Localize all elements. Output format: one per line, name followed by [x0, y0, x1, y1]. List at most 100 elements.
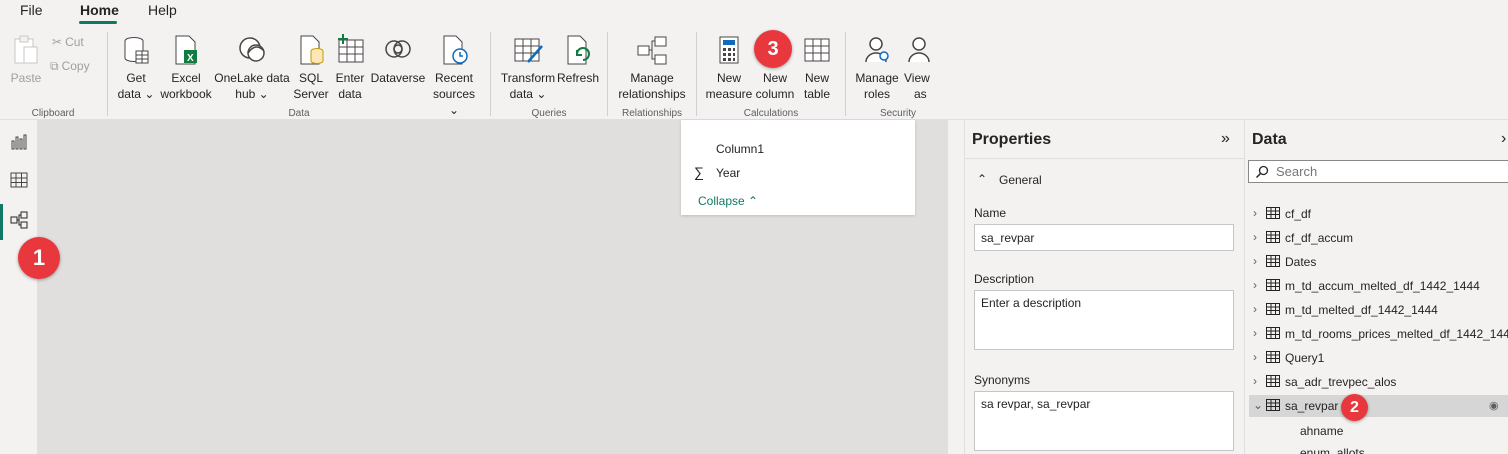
transform-label-1: Transform [500, 71, 556, 85]
new-measure-label-2: measure [705, 87, 753, 101]
table-row[interactable]: › Dates [1249, 251, 1508, 273]
table-row[interactable]: ⌄ sa_revpar ◉ [1249, 395, 1508, 417]
excel-label-1: Excel [171, 71, 201, 85]
chevron-right-icon[interactable]: › [1253, 206, 1263, 220]
search-box[interactable] [1248, 160, 1508, 183]
table-row[interactable]: › Query1 [1249, 347, 1508, 369]
name-label: Name [974, 206, 1007, 220]
table-name: m_td_accum_melted_df_1442_1444 [1285, 279, 1480, 293]
expand-pane-icon[interactable]: » [1221, 130, 1230, 148]
model-view-icon[interactable] [9, 210, 29, 230]
dataverse-button[interactable]: Dataverse [370, 34, 426, 86]
onelake-icon [239, 37, 265, 62]
name-field[interactable] [974, 224, 1234, 251]
excel-label-2: workbook [160, 87, 212, 101]
chevron-right-icon[interactable]: › [1253, 302, 1263, 316]
excel-workbook-button[interactable]: X Excel workbook [158, 34, 214, 102]
search-input[interactable] [1276, 164, 1506, 179]
sql-label-2: Server [293, 87, 329, 101]
table-row[interactable]: › cf_df [1249, 203, 1508, 225]
group-label-relationships: Relationships [621, 108, 683, 119]
table-row[interactable]: › m_td_rooms_prices_melted_df_1442_1444 [1249, 323, 1508, 345]
chevron-down-icon[interactable]: ⌄ [1253, 398, 1263, 412]
menu-home[interactable]: Home [80, 2, 119, 18]
view-as-label-1: View [904, 71, 930, 85]
description-field[interactable]: Enter a description [974, 290, 1234, 350]
menu-help[interactable]: Help [148, 2, 177, 18]
cut-button[interactable]: ✂ Cut [52, 35, 84, 49]
sql-server-icon [300, 35, 324, 65]
recent-sources-button[interactable]: Recent sources ⌄ [428, 34, 480, 118]
ribbon: Paste ✂ Cut ⧉ Copy Clipboard Get data ⌄ X … [0, 26, 1508, 120]
copy-button[interactable]: ⧉ Copy [50, 59, 90, 74]
table-icon [1266, 327, 1280, 339]
chevron-up-icon[interactable]: ⌃ [977, 172, 987, 186]
callout-badge-2: 2 [1341, 394, 1368, 421]
new-table-button[interactable]: New table [798, 34, 836, 102]
onelake-data-hub-button[interactable]: OneLake data hub ⌄ [214, 34, 290, 102]
manage-relationships-button[interactable]: Manage relationships [614, 34, 690, 102]
calculator-icon [719, 36, 739, 64]
field-ahname[interactable]: ahname [1300, 424, 1343, 438]
card-field-year[interactable]: Year [716, 166, 740, 180]
group-label-calculations: Calculations [743, 108, 799, 119]
paste-label: Paste [10, 71, 42, 85]
ribbon-separator [107, 32, 108, 116]
callout-badge-3: 3 [754, 30, 792, 68]
report-view-icon[interactable] [9, 132, 29, 152]
recent-sources-icon [443, 35, 468, 65]
table-name: Dates [1285, 255, 1317, 269]
view-as-button[interactable]: View as [904, 34, 940, 102]
table-icon [1266, 231, 1280, 243]
svg-text:X: X [187, 53, 194, 64]
table-name: m_td_melted_df_1442_1444 [1285, 303, 1438, 317]
paste-button[interactable]: Paste [10, 34, 42, 86]
copy-icon: ⧉ [50, 59, 59, 73]
canvas-scrollbar[interactable] [948, 120, 964, 454]
refresh-button[interactable]: Refresh [557, 34, 599, 86]
table-row[interactable]: › m_td_melted_df_1442_1444 [1249, 299, 1508, 321]
manage-roles-label-1: Manage [855, 71, 899, 85]
database-icon [124, 37, 149, 64]
menu-file[interactable]: File [20, 2, 43, 18]
table-view-icon[interactable] [9, 170, 29, 190]
chevron-right-icon[interactable]: › [1253, 278, 1263, 292]
transform-data-button[interactable]: Transform data ⌄ [499, 34, 557, 102]
section-general[interactable]: General [999, 173, 1042, 187]
active-tab-indicator [79, 21, 117, 24]
manage-roles-button[interactable]: Manage roles [854, 34, 900, 102]
enter-data-button[interactable]: Enter data [332, 34, 368, 102]
chevron-right-icon[interactable]: › [1253, 350, 1263, 364]
new-measure-button[interactable]: New measure [704, 34, 754, 102]
table-row[interactable]: › sa_adr_trevpec_alos [1249, 371, 1508, 393]
collapse-pane-icon[interactable]: › [1501, 130, 1506, 148]
table-name: sa_adr_trevpec_alos [1285, 375, 1397, 389]
table-name: Query1 [1285, 351, 1325, 365]
chevron-right-icon[interactable]: › [1253, 326, 1263, 340]
chevron-right-icon[interactable]: › [1253, 254, 1263, 268]
get-data-button[interactable]: Get data ⌄ [116, 34, 156, 102]
properties-pane: Properties » ⌃ General Name Description … [964, 120, 1245, 454]
table-icon [1266, 279, 1280, 291]
manage-roles-label-2: roles [863, 87, 890, 101]
chevron-down-icon: ⌄ [532, 87, 547, 101]
card-field-column1[interactable]: Column1 [716, 142, 764, 156]
get-data-label-1: Get [126, 71, 146, 85]
collapse-link[interactable]: Collapse ⌃ [698, 194, 758, 208]
visibility-icon[interactable]: ◉ [1489, 399, 1499, 412]
chevron-right-icon[interactable]: › [1253, 230, 1263, 244]
chevron-right-icon[interactable]: › [1253, 374, 1263, 388]
new-column-label-1: New [762, 71, 787, 85]
table-row[interactable]: › m_td_accum_melted_df_1442_1444 [1249, 275, 1508, 297]
field-enum-allots[interactable]: enum_allots [1300, 446, 1365, 454]
dataverse-label: Dataverse [370, 71, 426, 85]
synonyms-label: Synonyms [974, 373, 1031, 387]
table-row[interactable]: › cf_df_accum [1249, 227, 1508, 249]
active-view-indicator [0, 204, 3, 240]
synonyms-field[interactable]: sa revpar, sa_revpar [974, 391, 1234, 451]
relationships-label-1: Manage [630, 71, 674, 85]
dataverse-icon [385, 40, 411, 58]
new-column-label-2: column [755, 87, 795, 101]
table-add-icon [338, 34, 364, 63]
sql-server-button[interactable]: SQL Server [290, 34, 332, 102]
